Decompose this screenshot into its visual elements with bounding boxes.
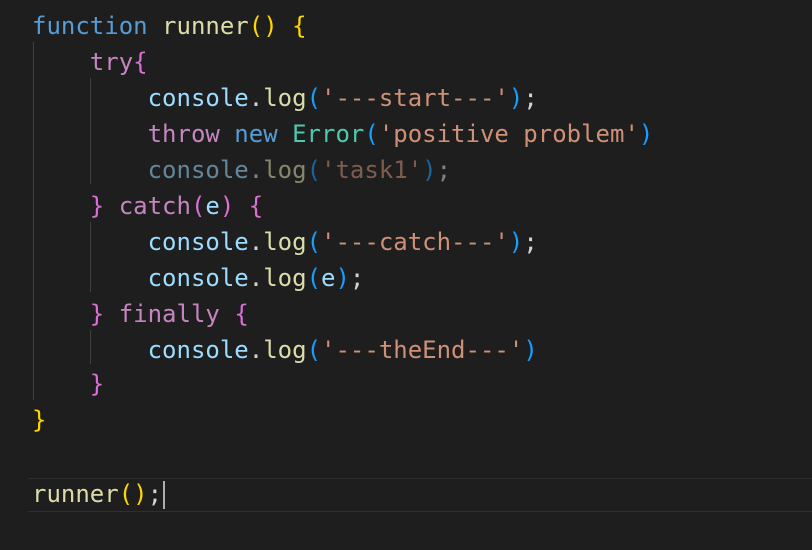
console-object: console: [147, 156, 249, 184]
close-brace: }: [89, 192, 105, 220]
console-object: console: [147, 228, 249, 256]
string-literal: 'positive problem': [378, 120, 639, 148]
method-log: log: [263, 228, 307, 256]
code-line-6: } catch(e) {: [32, 188, 263, 224]
open-paren: (: [306, 156, 322, 184]
semicolon: ;: [349, 264, 365, 292]
open-paren: (: [306, 84, 322, 112]
dot: .: [248, 264, 264, 292]
code-line-14: runner();: [32, 476, 166, 512]
close-paren: ): [219, 192, 235, 220]
code-line-4: throw new Error('positive problem'): [32, 116, 654, 152]
close-paren: ): [422, 156, 437, 184]
code-line-2: try{: [32, 44, 148, 80]
dot: .: [248, 84, 264, 112]
open-paren: (: [190, 192, 206, 220]
keyword-function: function: [32, 12, 148, 40]
code-line-12: }: [32, 402, 46, 438]
close-paren: ): [508, 228, 524, 256]
code-line-8: console.log(e);: [32, 260, 365, 296]
class-error: Error: [292, 120, 365, 148]
code-line-1: function runner() {: [32, 8, 307, 44]
open-paren: (: [306, 228, 322, 256]
string-literal: '---theEnd---': [321, 336, 524, 364]
semicolon: ;: [436, 156, 452, 184]
close-brace: }: [89, 370, 105, 398]
variable-e: e: [321, 264, 336, 292]
open-brace: {: [234, 300, 249, 328]
code-line-7: console.log('---catch---');: [32, 224, 538, 260]
close-brace: }: [89, 300, 105, 328]
code-line-11: }: [32, 366, 104, 402]
keyword-throw: throw: [147, 120, 220, 148]
function-name: runner: [162, 12, 249, 40]
open-brace: {: [248, 192, 264, 220]
dot: .: [248, 228, 264, 256]
semicolon: ;: [523, 228, 538, 256]
method-log: log: [263, 264, 307, 292]
code-line-9: } finally {: [32, 296, 249, 332]
open-brace: {: [292, 12, 307, 40]
keyword-new: new: [234, 120, 278, 148]
params: (): [248, 12, 278, 40]
close-paren: ): [523, 336, 538, 364]
string-literal: 'task1': [321, 156, 423, 184]
param-e: e: [205, 192, 220, 220]
open-paren: (: [306, 264, 322, 292]
keyword-try: try: [89, 48, 134, 76]
semicolon: ;: [147, 480, 163, 508]
console-object: console: [147, 336, 249, 364]
keyword-catch: catch: [118, 192, 191, 220]
close-brace: }: [32, 406, 47, 434]
open-paren: (: [306, 336, 322, 364]
dot: .: [248, 156, 264, 184]
close-paren: ): [335, 264, 350, 292]
open-brace: {: [133, 48, 148, 76]
code-line-3: console.log('---start---');: [32, 80, 538, 116]
code-line-10: console.log('---theEnd---'): [32, 332, 538, 368]
keyword-finally: finally: [118, 300, 220, 328]
function-call-runner: runner: [32, 480, 119, 508]
console-object: console: [147, 84, 249, 112]
string-literal: '---catch---': [321, 228, 509, 256]
dot: .: [248, 336, 264, 364]
text-cursor: [163, 481, 166, 509]
code-editor[interactable]: function runner() { try{ console.log('--…: [0, 0, 812, 550]
console-object: console: [147, 264, 249, 292]
close-paren: ): [638, 120, 654, 148]
string-literal: '---start---': [321, 84, 509, 112]
code-line-5: console.log('task1');: [32, 152, 451, 188]
call-parens: (): [118, 480, 148, 508]
method-log: log: [263, 156, 307, 184]
method-log: log: [263, 336, 307, 364]
open-paren: (: [364, 120, 379, 148]
method-log: log: [263, 84, 307, 112]
semicolon: ;: [523, 84, 538, 112]
close-paren: ): [508, 84, 524, 112]
